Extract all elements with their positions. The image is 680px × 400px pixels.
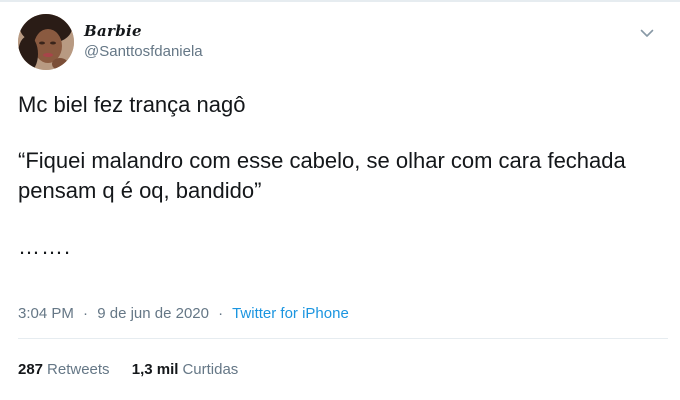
avatar-image [18, 14, 74, 70]
tweet-stats: 287 Retweets 1,3 mil Curtidas [18, 360, 256, 380]
retweets-count: 287 [18, 361, 44, 378]
author-display-name[interactable]: Barbie [84, 21, 203, 41]
author-handle[interactable]: @Santtosfdaniela [84, 42, 203, 62]
tweet-paragraph: Mc biel fez trança nagô [18, 92, 246, 117]
tweet-paragraph: “Fiquei malandro com esse cabelo, se olh… [18, 148, 626, 203]
tweet-card: Barbie @Santtosfdaniela Mc biel fez tran… [0, 0, 680, 400]
avatar[interactable] [18, 14, 74, 70]
tweet-text: Mc biel fez trança nagô “Fiquei malandro… [18, 90, 658, 262]
tweet-date[interactable]: 9 de jun de 2020 [97, 305, 209, 322]
tweet-source-link[interactable]: Twitter for iPhone [232, 305, 349, 322]
likes-stat[interactable]: 1,3 mil Curtidas [132, 360, 239, 380]
divider [18, 338, 668, 339]
meta-separator: · [218, 305, 224, 322]
author-block: Barbie @Santtosfdaniela [84, 21, 203, 62]
meta-separator: · [83, 305, 89, 322]
tweet-paragraph: ……. [18, 234, 72, 259]
tweet-time[interactable]: 3:04 PM [18, 305, 74, 322]
tweet-meta: 3:04 PM · 9 de jun de 2020 · Twitter for… [18, 304, 349, 324]
likes-count: 1,3 mil [131, 361, 179, 378]
likes-label: Curtidas [182, 361, 239, 378]
retweets-stat[interactable]: 287 Retweets [18, 360, 110, 380]
top-border [0, 0, 680, 2]
tweet-menu-button[interactable] [636, 22, 658, 44]
retweets-label: Retweets [47, 361, 110, 378]
chevron-down-icon [640, 29, 654, 37]
tweet-header: Barbie @Santtosfdaniela [18, 14, 668, 70]
